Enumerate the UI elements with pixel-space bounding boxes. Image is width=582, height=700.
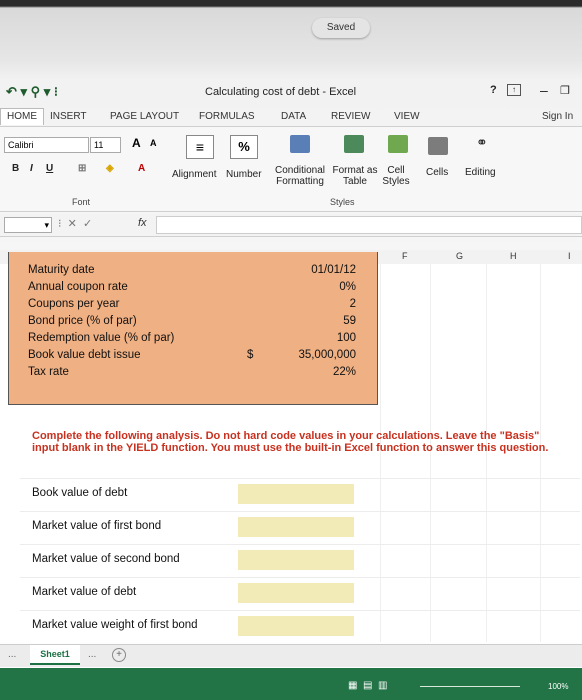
cells-icon: [428, 137, 448, 155]
font-group-label: Font: [72, 197, 91, 207]
fill-color-icon[interactable]: ◈: [106, 163, 114, 174]
ribbon-display-icon[interactable]: ↑: [507, 84, 521, 96]
currency-symbol: $: [247, 349, 254, 361]
answer-cell[interactable]: [238, 616, 354, 636]
input-value[interactable]: 0%: [276, 281, 356, 293]
answer-cell[interactable]: [238, 583, 354, 603]
input-value[interactable]: 35,000,000: [276, 349, 356, 361]
sheet-tab-bar: ... Sheet1 ... +: [0, 644, 582, 667]
column-header-i[interactable]: I: [568, 251, 571, 261]
tab-review[interactable]: REVIEW: [331, 111, 370, 122]
window-title: Calculating cost of debt - Excel: [205, 86, 357, 98]
help-button[interactable]: ?: [490, 84, 497, 96]
tab-formulas[interactable]: FORMULAS: [199, 111, 255, 122]
column-header-g[interactable]: G: [456, 251, 463, 261]
zoom-level[interactable]: 100%: [548, 682, 568, 691]
answer-cell[interactable]: [238, 517, 354, 537]
name-box[interactable]: ▾: [4, 217, 52, 233]
cell-styles-icon: [388, 135, 408, 153]
answer-cell[interactable]: [238, 484, 354, 504]
bold-button[interactable]: B: [12, 163, 19, 174]
cells-button[interactable]: Cells: [426, 167, 448, 178]
percent-icon: %: [230, 135, 258, 159]
font-size-box[interactable]: 11: [90, 137, 121, 153]
analysis-label: Book value of debt: [32, 487, 128, 499]
gridline: [20, 577, 580, 578]
status-bar: ▦ ▤ ▥ 100%: [0, 668, 582, 700]
italic-button[interactable]: I: [30, 163, 33, 174]
input-label: Annual coupon rate: [28, 281, 128, 293]
input-label: Book value debt issue: [28, 349, 141, 361]
page-view-icon[interactable]: ▦ ▤ ▥: [348, 680, 387, 691]
column-header-f[interactable]: F: [402, 251, 408, 261]
format-as-table-button[interactable]: Format as Table: [330, 165, 380, 187]
gridline: [20, 610, 580, 611]
input-label: Bond price (% of par): [28, 315, 137, 327]
sign-in-link[interactable]: Sign In: [542, 111, 573, 122]
tab-insert[interactable]: INSERT: [50, 111, 87, 122]
input-label: Redemption value (% of par): [28, 332, 175, 344]
sheet-tab-sheet1[interactable]: Sheet1: [30, 645, 80, 665]
answer-cell[interactable]: [238, 550, 354, 570]
input-value[interactable]: 59: [276, 315, 356, 327]
format-as-table-icon: [344, 135, 364, 153]
analysis-label: Market value of first bond: [32, 520, 162, 532]
conditional-formatting-button[interactable]: Conditional Formatting: [270, 165, 330, 187]
insert-function-button[interactable]: fx: [138, 217, 147, 229]
analysis-label: Market value of second bond: [32, 553, 180, 565]
input-value[interactable]: 2: [276, 298, 356, 310]
number-button[interactable]: Number: [226, 169, 262, 180]
tab-data[interactable]: DATA: [281, 111, 306, 122]
excel-window: Saved ↶ ▾ ⚲ ▾ ⁝ Calculating cost of debt…: [0, 0, 582, 700]
input-value[interactable]: 22%: [276, 366, 356, 378]
analysis-label: Market value weight of first bond: [32, 619, 198, 631]
binoculars-icon: ⚭: [476, 134, 488, 150]
input-label: Coupons per year: [28, 298, 120, 310]
saved-indicator: Saved: [312, 18, 370, 38]
column-header-h[interactable]: H: [510, 251, 517, 261]
styles-group-label: Styles: [330, 197, 355, 207]
sheet-scroll-right[interactable]: ...: [88, 649, 96, 660]
cancel-icon[interactable]: ⁝ ✕ ✓: [58, 217, 92, 230]
font-name-box[interactable]: Calibri: [4, 137, 89, 153]
alignment-icon: ≡: [186, 135, 214, 159]
restore-button[interactable]: ❐: [560, 84, 570, 97]
add-sheet-button[interactable]: +: [112, 648, 126, 662]
sheet-scroll-left[interactable]: ...: [8, 649, 16, 660]
gridline: [20, 544, 580, 545]
input-label: Maturity date: [28, 264, 95, 276]
input-label: Tax rate: [28, 366, 69, 378]
shrink-font-button[interactable]: A: [150, 138, 157, 148]
input-value[interactable]: 01/01/12: [276, 264, 356, 276]
ribbon: Calibri 11 A A B I U ⊞ ◈ A Font ≡ Alignm…: [0, 126, 582, 212]
ribbon-tabs: HOME INSERT PAGE LAYOUT FORMULAS DATA RE…: [0, 108, 582, 126]
alignment-button[interactable]: Alignment: [172, 169, 216, 180]
gridline: [20, 478, 580, 479]
zoom-slider[interactable]: [420, 686, 520, 687]
conditional-formatting-icon: [290, 135, 310, 153]
tab-page-layout[interactable]: PAGE LAYOUT: [110, 111, 179, 122]
title-bar: ↶ ▾ ⚲ ▾ ⁝ Calculating cost of debt - Exc…: [0, 80, 582, 104]
borders-icon[interactable]: ⊞: [78, 163, 86, 174]
formula-input[interactable]: [156, 216, 582, 234]
minimize-button[interactable]: –: [540, 82, 548, 98]
formula-bar: ▾ ⁝ ✕ ✓ fx: [0, 214, 582, 237]
analysis-label: Market value of debt: [32, 586, 137, 598]
gridline: [20, 511, 580, 512]
font-color-button[interactable]: A: [138, 163, 145, 174]
cell-styles-button[interactable]: Cell Styles: [378, 165, 414, 187]
tab-view[interactable]: VIEW: [394, 111, 420, 122]
tab-home[interactable]: HOME: [0, 108, 44, 125]
input-value[interactable]: 100: [276, 332, 356, 344]
grow-font-button[interactable]: A: [132, 136, 141, 150]
editing-button[interactable]: Editing: [465, 167, 496, 178]
underline-button[interactable]: U: [46, 163, 53, 174]
quick-access-toolbar[interactable]: ↶ ▾ ⚲ ▾ ⁝: [6, 84, 58, 100]
instructions-text: Complete the following analysis. Do not …: [32, 430, 549, 454]
